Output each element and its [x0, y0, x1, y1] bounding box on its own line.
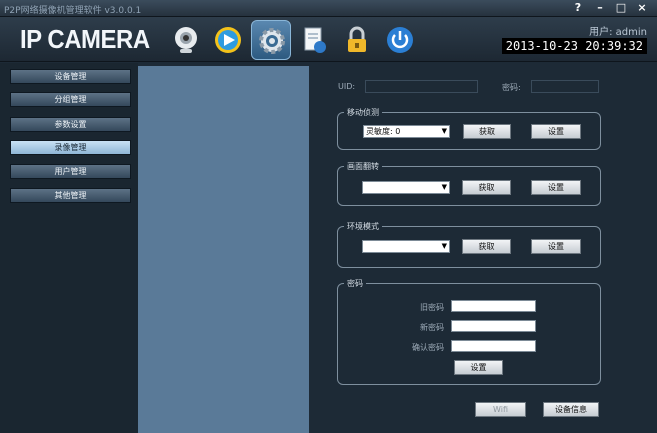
environment-select[interactable]: ▼: [362, 240, 450, 253]
chevron-down-icon: ▼: [441, 127, 447, 135]
lock-icon[interactable]: [337, 20, 377, 60]
close-button[interactable]: ×: [634, 1, 650, 15]
motion-detection-title: 移动侦测: [344, 107, 382, 118]
confirm-password-input[interactable]: [451, 340, 536, 352]
old-password-input[interactable]: [451, 300, 536, 312]
device-list-pane[interactable]: [138, 66, 309, 433]
help-button[interactable]: ?: [570, 1, 586, 15]
image-flip-group: 画面翻转 ▼ 获取 设置: [337, 161, 601, 206]
side-menu: 设备管理 分组管理 参数设置 录像管理 用户管理 其他管理: [0, 63, 138, 433]
sensitivity-select[interactable]: 灵敏度: 0 ▼: [363, 125, 450, 138]
new-password-input[interactable]: [451, 320, 536, 332]
flip-get-button[interactable]: 获取: [462, 180, 511, 195]
device-info-button[interactable]: 设备信息: [543, 402, 599, 417]
old-password-label: 旧密码: [420, 303, 444, 312]
sensitivity-value: 灵敏度: 0: [366, 127, 401, 136]
new-password-label: 新密码: [420, 323, 444, 332]
motion-get-button[interactable]: 获取: [463, 124, 511, 139]
environment-mode-group: 环境模式 ▼ 获取 设置: [337, 221, 601, 268]
menu-parameter-settings[interactable]: 参数设置: [10, 117, 131, 132]
confirm-password-label: 确认密码: [412, 343, 444, 352]
app-logo: IP CAMERA: [20, 24, 150, 54]
environment-get-button[interactable]: 获取: [462, 239, 511, 254]
menu-recording-management[interactable]: 录像管理: [10, 140, 131, 155]
image-flip-title: 画面翻转: [344, 161, 382, 172]
motion-set-button[interactable]: 设置: [531, 124, 581, 139]
password-set-button[interactable]: 设置: [454, 360, 503, 375]
minimize-button[interactable]: –: [592, 1, 608, 15]
maximize-button[interactable]: □: [613, 1, 629, 15]
header: IP CAMERA 用户: admin 2013-10-23 20:39:32: [0, 17, 657, 62]
playback-icon[interactable]: [208, 20, 248, 60]
uid-field[interactable]: [365, 80, 478, 93]
document-icon[interactable]: [294, 20, 334, 60]
user-label: 用户: admin: [589, 27, 647, 38]
menu-group-management[interactable]: 分组管理: [10, 92, 131, 107]
chevron-down-icon: ▼: [441, 242, 447, 250]
window-title: P2P网络摄像机管理软件 v3.0.0.1: [4, 6, 142, 16]
password-change-title: 密码: [344, 278, 366, 289]
title-bar: P2P网络摄像机管理软件 v3.0.0.1 ? – □ ×: [0, 0, 657, 17]
flip-set-button[interactable]: 设置: [531, 180, 581, 195]
settings-icon[interactable]: [251, 20, 291, 60]
wifi-button[interactable]: Wifi: [475, 402, 526, 417]
settings-panel: UID: 密码: 移动侦测 灵敏度: 0 ▼ 获取 设置 画面翻转 ▼ 获取 设…: [309, 63, 657, 433]
menu-other-management[interactable]: 其他管理: [10, 188, 131, 203]
environment-mode-title: 环境模式: [344, 221, 382, 232]
password-change-group: 密码 旧密码 新密码 确认密码 设置: [337, 278, 601, 385]
menu-device-management[interactable]: 设备管理: [10, 69, 131, 84]
camera-icon[interactable]: [166, 20, 206, 60]
uid-label: UID:: [338, 82, 356, 91]
power-icon[interactable]: [380, 20, 420, 60]
environment-set-button[interactable]: 设置: [531, 239, 581, 254]
flip-select[interactable]: ▼: [362, 181, 450, 194]
password-label: 密码:: [502, 83, 521, 92]
datetime-display: 2013-10-23 20:39:32: [501, 38, 647, 54]
device-password-field[interactable]: [531, 80, 599, 93]
motion-detection-group: 移动侦测 灵敏度: 0 ▼ 获取 设置: [337, 107, 601, 150]
chevron-down-icon: ▼: [441, 183, 447, 191]
menu-user-management[interactable]: 用户管理: [10, 164, 131, 179]
